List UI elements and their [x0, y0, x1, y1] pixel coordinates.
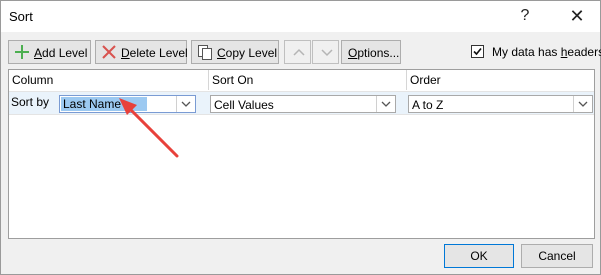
sort-dialog: Sort ? ✕ Add Level Delete Level Copy Lev… [0, 0, 601, 275]
annotation-arrow-icon [119, 98, 179, 158]
ok-button[interactable]: OK [444, 244, 514, 268]
cancel-button[interactable]: Cancel [521, 244, 593, 268]
